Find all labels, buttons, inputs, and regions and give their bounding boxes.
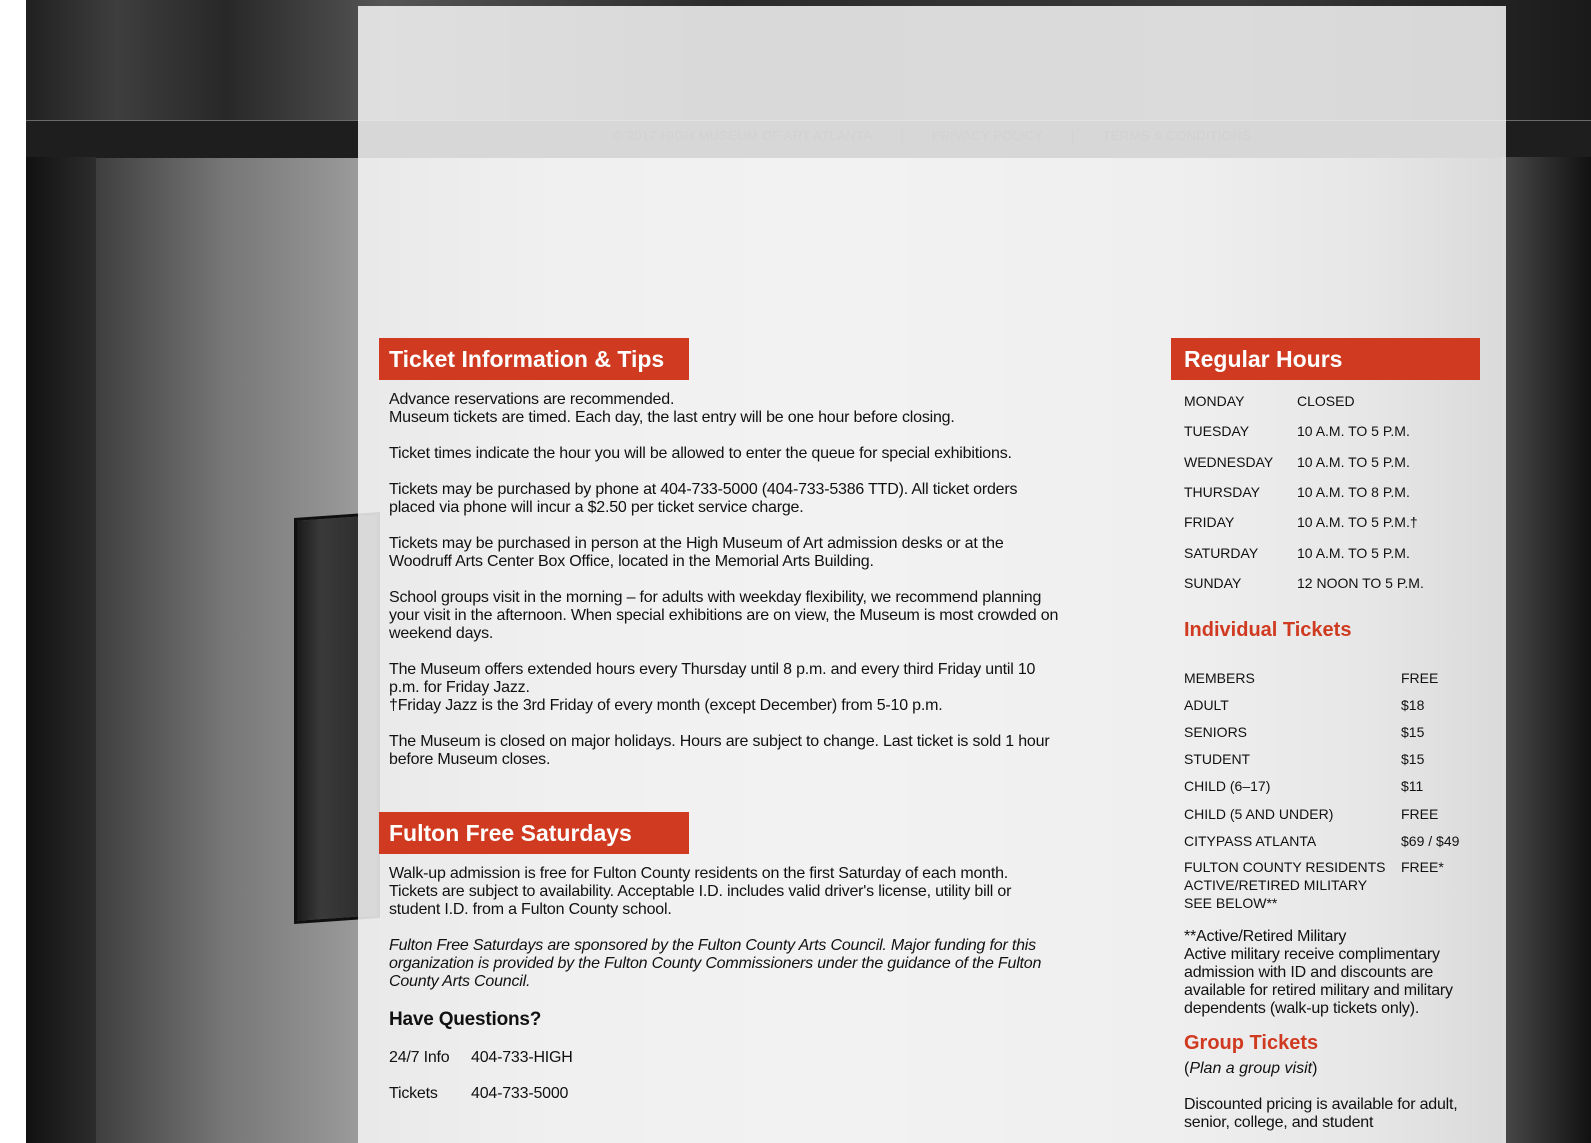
terms-link[interactable]: TERMS & CONDITIONS xyxy=(1103,128,1251,143)
day-label: WEDNESDAY xyxy=(1184,453,1274,470)
copyright-text: © 2017 HIGH MUSEUM OF ART ATLANTA xyxy=(613,128,873,143)
ticket-price: $18 xyxy=(1401,696,1425,713)
time-label: 12 NOON TO 5 P.M. xyxy=(1297,574,1424,591)
ticket-info-line: Advance reservations are recommended. xyxy=(389,391,675,408)
paren-close: ) xyxy=(1312,1060,1318,1077)
day-label: SUNDAY xyxy=(1184,574,1242,591)
ticket-price-table: MEMBERS FREE ADULT $18 SENIORS $15 STUDENT $… xyxy=(1184,664,1494,912)
ticket-price: $15 xyxy=(1401,751,1425,768)
price-row: CITYPASS ATLANTA $69 / $49 xyxy=(1184,827,1494,854)
contact-phone[interactable]: 404-733-HIGH xyxy=(471,1049,573,1067)
contact-label: 24/7 Info xyxy=(389,1049,450,1066)
footer-separator: | xyxy=(900,128,904,143)
ticket-price: $15 xyxy=(1401,723,1425,740)
hours-heading: Regular Hours xyxy=(1171,338,1480,380)
ticket-price: $69 / $49 xyxy=(1401,832,1460,849)
contact-phone[interactable]: 404-733-5000 xyxy=(471,1085,568,1103)
military-note: **Active/Retired Military Active militar… xyxy=(1184,928,1494,1018)
military-note-body: Active military receive complimentary ad… xyxy=(1184,946,1453,1017)
privacy-policy-link[interactable]: PRIVACY POLICY xyxy=(932,128,1043,143)
hours-table: MONDAY CLOSED TUESDAY 10 A.M. TO 5 P.M. WE… xyxy=(1184,386,1484,598)
ticket-type: CHILD (6–17) xyxy=(1184,778,1271,795)
ticket-type: ADULT xyxy=(1184,696,1229,713)
day-label: TUESDAY xyxy=(1184,423,1250,440)
friday-jazz-note: †Friday Jazz is the 3rd Friday of every … xyxy=(389,697,943,714)
hours-row: MONDAY CLOSED xyxy=(1184,386,1484,416)
price-row: MEMBERS FREE xyxy=(1184,664,1494,691)
hours-row: FRIDAY 10 A.M. TO 5 P.M.† xyxy=(1184,507,1484,537)
military-note-title: **Active/Retired Military xyxy=(1184,928,1347,945)
gallery-wall-left xyxy=(26,157,96,1143)
time-label: 10 A.M. TO 5 P.M. xyxy=(1297,453,1410,470)
fulton-sponsor-note: Fulton Free Saturdays are sponsored by t… xyxy=(389,937,1042,990)
group-tickets-body: Discounted pricing is available for adul… xyxy=(1184,1096,1458,1131)
day-label: MONDAY xyxy=(1184,393,1245,410)
time-label: 10 A.M. TO 5 P.M. xyxy=(1297,544,1410,561)
footer-links: © 2017 HIGH MUSEUM OF ART ATLANTA | PRIV… xyxy=(358,128,1506,143)
hours-row: SATURDAY 10 A.M. TO 5 P.M. xyxy=(1184,537,1484,567)
ticket-info-paragraph: Tickets may be purchased in person at th… xyxy=(389,535,1004,570)
ticket-price: FREE xyxy=(1401,805,1439,822)
ticket-info-paragraph: Tickets may be purchased by phone at 404… xyxy=(389,481,1018,516)
price-row: SENIORS $15 xyxy=(1184,718,1494,745)
ticket-type: SEE BELOW** xyxy=(1184,895,1278,912)
footer-separator: | xyxy=(1070,128,1075,143)
ticket-type: CITYPASS ATLANTA xyxy=(1184,832,1317,849)
price-row: ADULT $18 xyxy=(1184,691,1494,718)
price-row: FULTON COUNTY RESIDENTS ACTIVE/RETIRED M… xyxy=(1184,858,1494,912)
time-label: 10 A.M. TO 5 P.M. xyxy=(1297,423,1410,440)
questions-title: Have Questions? xyxy=(389,1009,542,1030)
ticket-type: CHILD (5 AND UNDER) xyxy=(1184,805,1334,822)
ticket-price: FREE xyxy=(1401,669,1439,686)
ticket-info-paragraph: The Museum offers extended hours every T… xyxy=(389,661,1036,696)
contact-row: 24/7 Info 404-733-HIGH xyxy=(389,1049,1059,1085)
ticket-type: STUDENT xyxy=(1184,751,1251,768)
ticket-info-line: Museum tickets are timed. Each day, the … xyxy=(389,409,955,426)
time-label: 10 A.M. TO 5 P.M.† xyxy=(1297,514,1418,531)
price-row: CHILD (6–17) $11 xyxy=(1184,773,1494,800)
ticket-info-paragraph: School groups visit in the morning – for… xyxy=(389,589,1059,642)
hours-row: SUNDAY 12 NOON TO 5 P.M. xyxy=(1184,568,1484,598)
fulton-body: Walk-up admission is free for Fulton Cou… xyxy=(389,865,1059,1121)
price-row: CHILD (5 AND UNDER) FREE xyxy=(1184,800,1494,827)
plan-group-visit-link[interactable]: Plan a group visit xyxy=(1189,1060,1312,1077)
ticket-price: $11 xyxy=(1401,778,1424,795)
price-row: STUDENT $15 xyxy=(1184,746,1494,773)
contact-row: Tickets 404-733-5000 xyxy=(389,1085,1059,1121)
group-tickets-heading: Group Tickets xyxy=(1184,1032,1319,1054)
ticket-type-multi: FULTON COUNTY RESIDENTS ACTIVE/RETIRED M… xyxy=(1184,858,1401,912)
ticket-info-paragraph: Ticket times indicate the hour you will … xyxy=(389,445,1012,462)
ticket-price: FREE* xyxy=(1401,859,1444,876)
group-visit-line: (Plan a group visit) xyxy=(1184,1060,1317,1078)
fulton-paragraph: Walk-up admission is free for Fulton Cou… xyxy=(389,865,1012,918)
hours-row: WEDNESDAY 10 A.M. TO 5 P.M. xyxy=(1184,447,1484,477)
time-label: CLOSED xyxy=(1297,393,1355,410)
fulton-heading: Fulton Free Saturdays xyxy=(379,812,689,854)
hours-row: THURSDAY 10 A.M. TO 8 P.M. xyxy=(1184,477,1484,507)
ticket-info-heading: Ticket Information & Tips xyxy=(379,338,689,380)
ticket-info-body: Advance reservations are recommended. Mu… xyxy=(389,391,1059,787)
ticket-info-paragraph: The Museum is closed on major holidays. … xyxy=(389,733,1050,768)
time-label: 10 A.M. TO 8 P.M. xyxy=(1297,484,1410,501)
contact-label: Tickets xyxy=(389,1085,438,1102)
day-label: FRIDAY xyxy=(1184,514,1235,531)
ticket-type: FULTON COUNTY RESIDENTS xyxy=(1184,859,1386,876)
ticket-type: ACTIVE/RETIRED MILITARY xyxy=(1184,877,1368,894)
ticket-type: MEMBERS xyxy=(1184,669,1255,686)
hours-row: TUESDAY 10 A.M. TO 5 P.M. xyxy=(1184,416,1484,446)
gallery-wall-right xyxy=(1501,157,1591,1143)
day-label: SATURDAY xyxy=(1184,544,1259,561)
day-label: THURSDAY xyxy=(1184,484,1260,501)
individual-tickets-heading: Individual Tickets xyxy=(1184,619,1352,641)
ticket-type: SENIORS xyxy=(1184,723,1248,740)
